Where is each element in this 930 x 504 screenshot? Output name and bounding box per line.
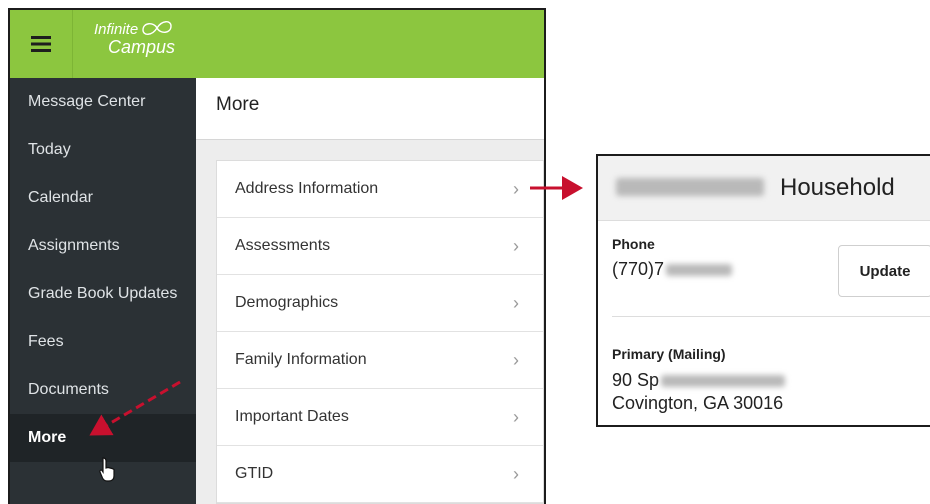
annotation-dashed-arrow-to-more xyxy=(89,380,181,436)
hand-cursor-icon xyxy=(99,457,115,482)
annotation-overlay xyxy=(89,176,583,482)
